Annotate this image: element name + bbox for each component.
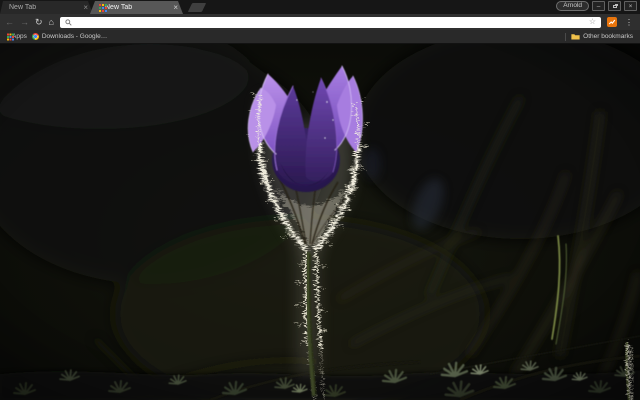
close-button[interactable]: × — [624, 1, 637, 11]
bookmark-apps[interactable]: Apps — [7, 33, 27, 40]
apps-grid-icon — [7, 33, 9, 35]
bookmark-label: Downloads - Google… — [41, 33, 108, 40]
extension-icon[interactable] — [607, 17, 617, 27]
window-controls: Arnold – × — [556, 1, 637, 11]
forward-icon[interactable]: → — [20, 17, 29, 27]
browser-window: New Tab × New Tab × Arnold – × ← → ↻ ⌂ ☆ — [0, 0, 640, 400]
other-bookmarks-button[interactable]: Other bookmarks — [571, 33, 633, 40]
chart-arrow-icon — [608, 19, 616, 25]
tab-new-tab-2-active[interactable]: New Tab × — [90, 1, 183, 14]
home-icon[interactable]: ⌂ — [49, 17, 54, 27]
colored-grid-favicon-icon — [99, 4, 101, 6]
navigation-toolbar: ← → ↻ ⌂ ☆ ⋮ — [0, 14, 640, 30]
bookmarks-divider — [565, 32, 567, 41]
new-tab-button[interactable] — [187, 3, 207, 12]
tab-label: New Tab — [105, 4, 133, 11]
tab-close-icon[interactable]: × — [169, 4, 178, 12]
address-bar[interactable]: ☆ — [59, 16, 601, 28]
wallpaper-pasque-flower-photo — [0, 44, 640, 400]
tab-strip: New Tab × New Tab × Arnold – × — [0, 0, 640, 14]
restore-window-icon — [612, 4, 617, 8]
bookmark-star-icon[interactable]: ☆ — [589, 18, 596, 26]
back-icon[interactable]: ← — [5, 17, 14, 27]
tab-new-tab-1[interactable]: New Tab × — [0, 1, 93, 14]
chrome-logo-icon — [31, 33, 39, 40]
minimize-button[interactable]: – — [592, 1, 605, 11]
bookmarks-bar: Apps Downloads - Google… Other bookmarks — [0, 30, 640, 44]
tab-close-icon[interactable]: × — [79, 4, 88, 12]
new-tab-page — [0, 44, 640, 400]
bookmark-label: Apps — [12, 33, 27, 40]
menu-icon[interactable]: ⋮ — [623, 18, 635, 27]
reload-icon[interactable]: ↻ — [35, 17, 43, 27]
search-icon — [65, 18, 72, 26]
bookmark-downloads[interactable]: Downloads - Google… — [31, 33, 108, 40]
profile-button[interactable]: Arnold — [556, 1, 589, 11]
other-bookmarks-label: Other bookmarks — [583, 33, 633, 40]
folder-icon — [571, 34, 580, 40]
restore-button[interactable] — [608, 1, 621, 11]
tab-label: New Tab — [9, 4, 37, 11]
